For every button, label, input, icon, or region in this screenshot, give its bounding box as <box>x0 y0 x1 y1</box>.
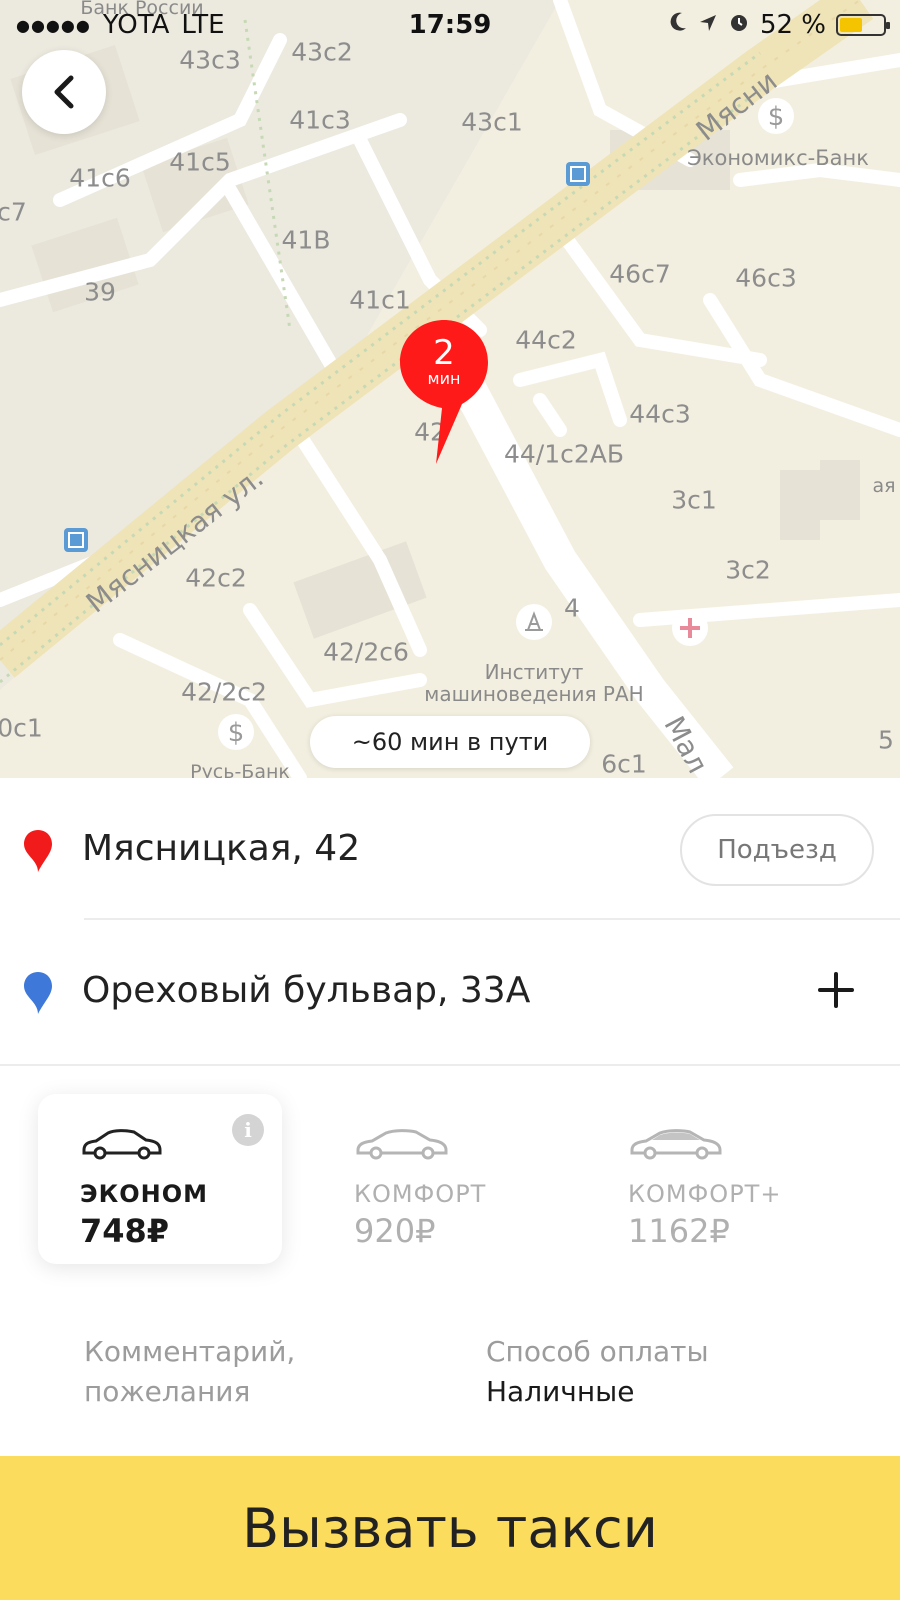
map-building-label: 44с3 <box>629 399 691 429</box>
tariff-econom[interactable]: i ЭКОНОМ 748₽ <box>38 1094 282 1264</box>
map-building-label: 44с2 <box>515 325 577 355</box>
plus-icon <box>818 972 854 1008</box>
metro-exit-icon[interactable] <box>565 161 591 191</box>
destination-address: Ореховый бульвар, 33А <box>82 969 531 1011</box>
map-building-label: 4 <box>564 593 580 623</box>
route-to-row[interactable]: Ореховый бульвар, 33А <box>0 920 900 1060</box>
map-building-label: 0с1 <box>0 713 43 743</box>
network-type: LTE <box>181 10 225 40</box>
map-building-label: 39 <box>84 277 116 307</box>
carrier-name: YOTA <box>102 10 170 40</box>
map-building-label: 3с2 <box>725 555 771 585</box>
trip-duration-chip: ~60 мин в пути <box>310 716 590 768</box>
tariff-name: КОМФОРТ <box>354 1180 487 1208</box>
location-arrow-icon <box>698 10 718 40</box>
tariff-comfort-plus[interactable]: КОМФОРТ+ 1162₽ <box>586 1094 830 1264</box>
car-outline-icon <box>356 1129 448 1160</box>
back-button[interactable] <box>22 50 106 134</box>
entrance-button[interactable]: Подъезд <box>680 814 874 886</box>
call-taxi-button[interactable]: Вызвать такси <box>0 1456 900 1600</box>
destination-location-pin-icon <box>24 972 52 1014</box>
add-stop-button[interactable] <box>810 964 862 1016</box>
svg-text:$: $ <box>228 718 245 748</box>
car-outline-icon <box>82 1129 162 1160</box>
chevron-left-icon <box>54 75 74 109</box>
poi-label-institute-line2: машиноведения РАН <box>424 682 644 706</box>
battery-text: 52 % <box>759 10 826 40</box>
alarm-icon <box>728 10 750 40</box>
map-building-label: 5 <box>878 725 894 755</box>
tariff-comfort[interactable]: КОМФОРТ 920₽ <box>312 1094 556 1264</box>
map-building-label: 42с2 <box>185 563 247 593</box>
map-building-label: 43с1 <box>461 107 523 137</box>
battery-level <box>840 18 862 32</box>
pickup-pin[interactable]: 2 мин <box>398 316 494 466</box>
svg-text:$: $ <box>768 102 785 132</box>
institute-icon[interactable] <box>514 602 554 646</box>
tariff-price: 1162₽ <box>628 1212 730 1250</box>
map-building-label: 42/2с2 <box>181 677 267 707</box>
map-building-label: 41с3 <box>289 105 351 135</box>
map-building-label: 41В <box>281 225 331 255</box>
moon-icon <box>668 10 688 40</box>
map-building-label: 41с1 <box>349 285 411 315</box>
bank-icon[interactable]: $ <box>216 712 256 756</box>
order-options: Комментарий, пожелания Способ оплаты Нал… <box>0 1300 900 1430</box>
map-building-label: с7 <box>0 197 27 227</box>
hospital-icon[interactable] <box>670 608 710 652</box>
status-bar: ●●●●● YOTA LTE 17:59 52 % <box>0 0 900 52</box>
map-building-label: 3с1 <box>671 485 717 515</box>
map-building-label: 6с1 <box>601 749 647 779</box>
status-time: 17:59 <box>408 10 492 40</box>
battery-icon <box>836 14 890 36</box>
signal-dots-icon: ●●●●● <box>16 15 91 35</box>
map-building-label: 46с7 <box>609 259 671 289</box>
tariff-name: КОМФОРТ+ <box>628 1180 782 1208</box>
poi-label-bank-right: Экономикс-Банк <box>687 146 869 170</box>
map-view[interactable]: 43с3 43с2 41с3 43с1 41с6 41с5 с7 41В 39 … <box>0 0 900 778</box>
comment-field[interactable]: Комментарий, пожелания <box>84 1332 414 1412</box>
info-icon[interactable]: i <box>232 1114 264 1146</box>
map-building-label: 42/2с6 <box>323 637 409 667</box>
pickup-eta-number: 2 <box>433 333 455 373</box>
map-building-label: 44/1с2АБ <box>503 439 625 469</box>
payment-method-field[interactable]: Способ оплаты Наличные <box>486 1332 816 1412</box>
tariff-price: 748₽ <box>80 1212 170 1250</box>
pickup-eta-unit: мин <box>427 369 461 388</box>
poi-label-bank-bottom: Русь-Банк <box>190 761 290 778</box>
map-building-label: 41с6 <box>69 163 131 193</box>
map-building-label: 41с5 <box>169 147 231 177</box>
payment-method-value: Наличные <box>486 1375 635 1408</box>
metro-exit-icon[interactable] <box>63 527 89 557</box>
comment-label-line1: Комментарий, <box>84 1335 296 1368</box>
payment-method-label: Способ оплаты <box>486 1335 709 1368</box>
pickup-location-pin-icon <box>24 830 52 872</box>
comment-label-line2: пожелания <box>84 1375 251 1408</box>
map-building-label: 46с3 <box>735 263 797 293</box>
car-premium-icon <box>630 1129 722 1160</box>
bank-icon[interactable]: $ <box>756 96 796 140</box>
map-building-label: ая <box>872 475 896 497</box>
poi-label-institute-line1: Институт <box>484 660 584 684</box>
tariff-selector: i ЭКОНОМ 748₽ КОМФОРТ 920₽ КОМФОРТ+ 1162… <box>0 1066 900 1286</box>
pickup-address: Мясницкая, 42 <box>82 827 361 869</box>
route-from-row[interactable]: Мясницкая, 42 Подъезд <box>0 778 900 918</box>
tariff-price: 920₽ <box>354 1212 436 1250</box>
tariff-name: ЭКОНОМ <box>80 1180 209 1208</box>
